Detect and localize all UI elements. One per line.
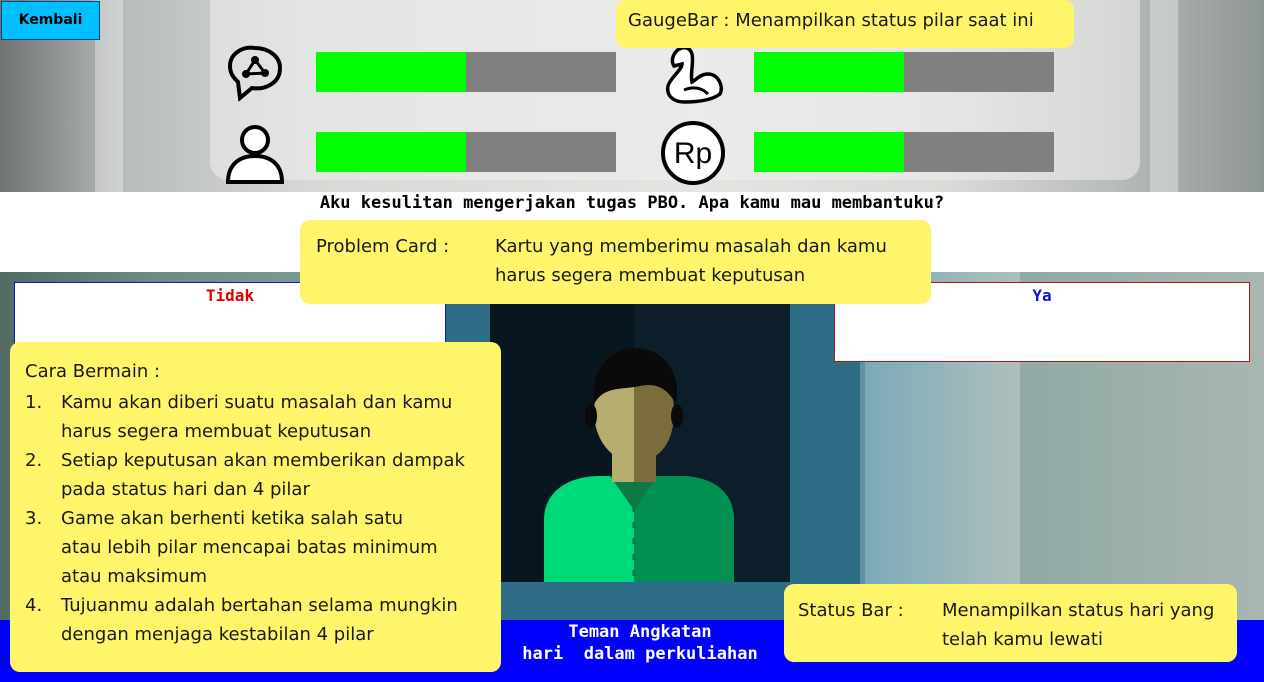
brain-icon xyxy=(227,45,283,102)
tip-status-key: Status Bar : xyxy=(798,600,904,621)
gauge-money xyxy=(754,132,1054,172)
gauge-fill xyxy=(316,52,466,92)
howto-step-line: Game akan berhenti ketika salah satu xyxy=(61,508,404,529)
howto-step: 4. Tujuanmu adalah bertahan selama mungk… xyxy=(25,591,487,649)
back-button[interactable]: Kembali xyxy=(1,1,100,40)
tip-gauge-value: Menampilkan status pilar saat ini xyxy=(735,10,1034,31)
gauge-mind xyxy=(316,52,616,92)
howto-steps: 1. Kamu akan diberi suatu masalah dan ka… xyxy=(25,388,487,649)
howto-step-line: Setiap keputusan akan memberikan dampak xyxy=(61,450,465,471)
tip-problem-key: Problem Card : xyxy=(316,236,450,257)
tip-problem-line: harus segera membuat keputusan xyxy=(495,265,806,286)
gauge-health xyxy=(754,52,1054,92)
tip-status-line: telah kamu lewati xyxy=(942,629,1103,650)
howto-step-line: atau maksimum xyxy=(61,566,208,587)
rupiah-coin-icon: Rp xyxy=(661,121,725,185)
tip-gauge-key: GaugeBar : xyxy=(628,10,730,31)
question-text: Aku kesulitan mengerjakan tugas PBO. Apa… xyxy=(319,193,945,213)
tip-problem-line: Kartu yang memberimu masalah dan kamu xyxy=(495,236,887,257)
howto-step: 1. Kamu akan diberi suatu masalah dan ka… xyxy=(25,388,487,446)
howto-step-line: Tujuanmu adalah bertahan selama mungkin xyxy=(61,595,458,616)
gauge-fill xyxy=(754,52,904,92)
tutorial-tip-problem-card: Problem Card : Kartu yang memberimu masa… xyxy=(300,220,931,304)
character-illustration xyxy=(490,300,790,582)
background-beam xyxy=(1150,0,1178,192)
howto-step-line: Kamu akan diberi suatu masalah dan kamu xyxy=(61,392,453,413)
howto-step-number: 3. xyxy=(25,508,43,529)
person-icon xyxy=(225,125,285,184)
tutorial-how-to-play: Cara Bermain : 1. Kamu akan diberi suatu… xyxy=(10,342,501,672)
svg-text:Rp: Rp xyxy=(674,137,712,170)
gauge-social xyxy=(316,132,616,172)
character-portrait[interactable] xyxy=(490,300,790,582)
howto-step-line: pada status hari dan 4 pilar xyxy=(61,479,310,500)
gauge-fill xyxy=(316,132,466,172)
howto-step-line: dengan menjaga kestabilan 4 pilar xyxy=(61,624,374,645)
howto-step-line: atau lebih pilar mencapai batas minimum xyxy=(61,537,438,558)
howto-step-number: 1. xyxy=(25,392,43,413)
howto-step: 2. Setiap keputusan akan memberikan damp… xyxy=(25,446,487,504)
tip-status-line: Menampilkan status hari yang xyxy=(942,600,1215,621)
tutorial-tip-status-bar: Status Bar : Menampilkan status hari yan… xyxy=(784,584,1237,662)
tutorial-tip-gauge: GaugeBar : Menampilkan status pilar saat… xyxy=(616,0,1074,48)
howto-title: Cara Bermain : xyxy=(25,361,161,382)
howto-step-number: 4. xyxy=(25,595,43,616)
howto-step-line: harus segera membuat keputusan xyxy=(61,421,372,442)
gauge-fill xyxy=(754,132,904,172)
howto-step: 3. Game akan berhenti ketika salah satu a… xyxy=(25,504,487,591)
muscle-arm-icon xyxy=(665,45,723,104)
howto-step-number: 2. xyxy=(25,450,43,471)
